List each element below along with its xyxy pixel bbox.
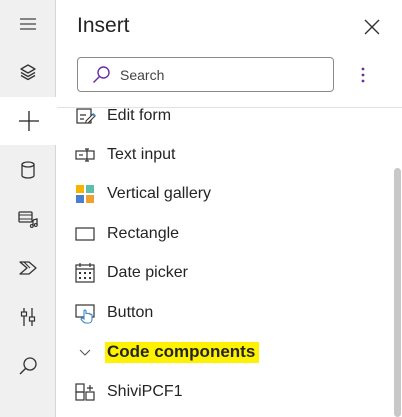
media-icon [18, 211, 38, 228]
rectangle-icon [75, 227, 95, 241]
search-rail-button[interactable] [0, 342, 56, 390]
list-item-date-picker[interactable]: Date picker [57, 255, 389, 291]
advanced-tools-icon [20, 308, 36, 326]
insert-button[interactable] [0, 97, 57, 145]
tree-view-button[interactable] [0, 48, 56, 96]
power-automate-icon [19, 261, 37, 275]
scrollbar-thumb[interactable] [394, 168, 401, 417]
hamburger-menu-icon [20, 18, 36, 30]
section-header-code-components[interactable]: Code components [57, 334, 389, 370]
code-component-icon [75, 383, 95, 401]
hamburger-menu-button[interactable] [0, 0, 56, 48]
list-item-text-input[interactable]: Text input [57, 137, 389, 173]
search-icon [92, 65, 110, 83]
search-input[interactable] [120, 66, 320, 83]
list-item-rectangle[interactable]: Rectangle [57, 216, 389, 252]
left-rail [0, 0, 57, 417]
list-item-vertical-gallery[interactable]: Vertical gallery [57, 176, 389, 212]
list-item-label: Text input [107, 146, 176, 163]
list-item-label: Button [107, 304, 154, 321]
advanced-tools-button[interactable] [0, 293, 56, 341]
list-item-button[interactable]: Button [57, 295, 389, 331]
close-button[interactable] [361, 16, 383, 38]
vertical-gallery-icon [76, 185, 94, 203]
list-item-label: ShiviPCF1 [107, 383, 183, 400]
insert-list: Edit form Text input Vertical gallery Re… [57, 108, 389, 417]
layers-icon [20, 64, 36, 81]
date-picker-icon [75, 263, 95, 283]
text-input-icon [75, 148, 95, 162]
close-icon [364, 19, 380, 35]
chevron-down-icon [79, 349, 91, 356]
insert-panel: Insert Edit form Text input Vertical gal… [57, 0, 402, 417]
data-cylinder-icon [21, 161, 35, 179]
section-label: Code components [105, 341, 260, 363]
plus-icon [18, 111, 39, 131]
more-vertical-icon [361, 67, 365, 83]
list-item-label: Rectangle [107, 225, 180, 242]
search-box[interactable] [77, 57, 334, 92]
list-item-label: Edit form [107, 108, 172, 124]
edit-form-icon [76, 108, 96, 124]
list-item-label: Vertical gallery [107, 185, 212, 202]
list-item-shivipcf1[interactable]: ShiviPCF1 [57, 374, 389, 410]
search-icon [19, 357, 37, 375]
button-icon [75, 304, 95, 324]
power-automate-button[interactable] [0, 244, 56, 292]
list-item-label: Date picker [107, 264, 188, 281]
list-item-edit-form[interactable]: Edit form [57, 108, 389, 134]
panel-title: Insert [77, 14, 130, 37]
media-button[interactable] [0, 195, 56, 243]
data-button[interactable] [0, 146, 56, 194]
more-options-button[interactable] [353, 62, 373, 88]
